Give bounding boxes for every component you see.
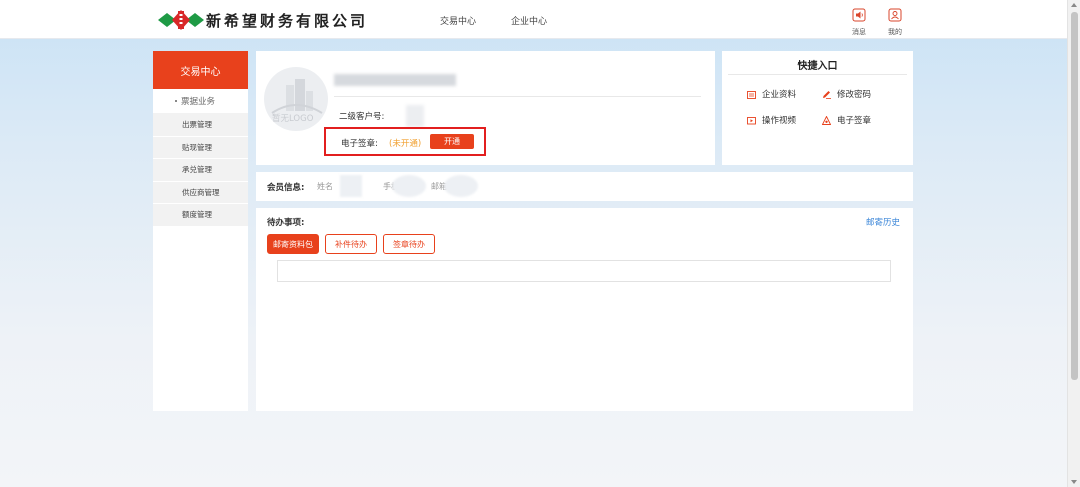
member-phone-redacted — [392, 175, 426, 197]
nav-enterprise-center[interactable]: 企业中心 — [511, 14, 547, 27]
edit-icon — [823, 90, 831, 99]
my-account-label: 我的 — [888, 28, 902, 36]
quick-link-esign[interactable]: 电子签章 — [822, 114, 871, 126]
company-name: 新希望财务有限公司 — [206, 11, 369, 30]
tab-supplement-todo[interactable]: 补件待办 — [325, 234, 377, 254]
sidebar: 交易中心 票据业务 出票管理 贴现管理 承兑管理 供应商管理 额度管理 — [153, 51, 248, 411]
quick-link-label: 操作视频 — [762, 116, 797, 126]
esign-status: (未开通) — [389, 139, 422, 149]
quick-entry-title: 快捷入口 — [797, 61, 838, 72]
logo-diamond-icon — [158, 10, 204, 30]
divider — [728, 74, 907, 75]
page-scrollbar[interactable] — [1067, 0, 1080, 487]
messages-button[interactable]: 消息 — [848, 8, 870, 37]
sidebar-group-bill-business[interactable]: 票据业务 — [153, 89, 248, 113]
client-number-label: 二级客户号: — [339, 112, 385, 122]
sidebar-item-quota[interactable]: 额度管理 — [153, 203, 248, 226]
messages-label: 消息 — [852, 28, 866, 36]
scroll-thumb[interactable] — [1071, 12, 1078, 380]
sidebar-item-supplier[interactable]: 供应商管理 — [153, 180, 248, 203]
sidebar-item-discount[interactable]: 贴现管理 — [153, 135, 248, 158]
my-account-button[interactable]: 我的 — [884, 8, 906, 37]
quick-link-label: 企业资料 — [762, 90, 797, 100]
user-icon — [888, 8, 902, 22]
scroll-down-arrow-icon[interactable] — [1071, 480, 1077, 484]
video-icon — [747, 116, 756, 124]
tab-mail-package[interactable]: 邮寄资料包 — [267, 234, 319, 254]
nav-trading-center[interactable]: 交易中心 — [440, 14, 476, 27]
quick-link-label: 电子签章 — [837, 116, 872, 126]
esign-highlight-box: 电子签章: (未开通) 开通 — [324, 127, 486, 156]
divider — [334, 96, 701, 97]
member-name-redacted — [340, 175, 362, 197]
sidebar-group-label: 票据业务 — [181, 97, 216, 107]
company-logo[interactable]: 新希望财务有限公司 — [158, 8, 368, 32]
member-name-label: 姓名 — [317, 182, 333, 191]
top-header: 新希望财务有限公司 交易中心 企业中心 消息 我的 — [0, 0, 1067, 39]
avatar: 暂无LOGO — [264, 67, 328, 131]
quick-link-company-info[interactable]: 企业资料 — [747, 88, 796, 100]
esign-open-button[interactable]: 开通 — [430, 134, 474, 149]
message-icon — [852, 8, 866, 22]
member-info-label: 会员信息: — [267, 183, 305, 193]
profile-panel: 暂无LOGO 二级客户号: 电子签章: (未开通) 开通 — [256, 51, 715, 165]
seal-icon — [822, 115, 831, 125]
todo-label: 待办事项: — [267, 218, 305, 228]
quick-link-change-password[interactable]: 修改密码 — [822, 88, 871, 100]
company-name-redacted — [334, 74, 456, 86]
todo-panel: 待办事项: 邮寄历史 邮寄资料包 补件待办 签章待办 — [256, 208, 913, 411]
bullet-icon — [175, 100, 177, 102]
tab-signature-todo[interactable]: 签章待办 — [383, 234, 435, 254]
sidebar-item-acceptance[interactable]: 承兑管理 — [153, 158, 248, 181]
quick-link-label: 修改密码 — [837, 90, 872, 100]
sidebar-title[interactable]: 交易中心 — [153, 51, 248, 89]
quick-entry-panel: 快捷入口 企业资料 修改密码 操作视频 电子签章 — [722, 51, 913, 165]
member-email-redacted — [444, 175, 478, 197]
sidebar-item-issue[interactable]: 出票管理 — [153, 113, 248, 136]
document-icon — [747, 90, 756, 99]
scroll-up-arrow-icon[interactable] — [1071, 3, 1077, 7]
todo-list-area — [277, 260, 891, 282]
esign-label: 电子签章: — [341, 139, 378, 149]
quick-link-tutorial-video[interactable]: 操作视频 — [747, 114, 796, 126]
no-logo-text: 暂无LOGO — [272, 114, 314, 124]
mail-history-link[interactable]: 邮寄历史 — [866, 216, 900, 228]
member-info-panel: 会员信息: 姓名 手机 邮箱 — [256, 172, 913, 201]
client-number-redacted — [406, 105, 424, 127]
